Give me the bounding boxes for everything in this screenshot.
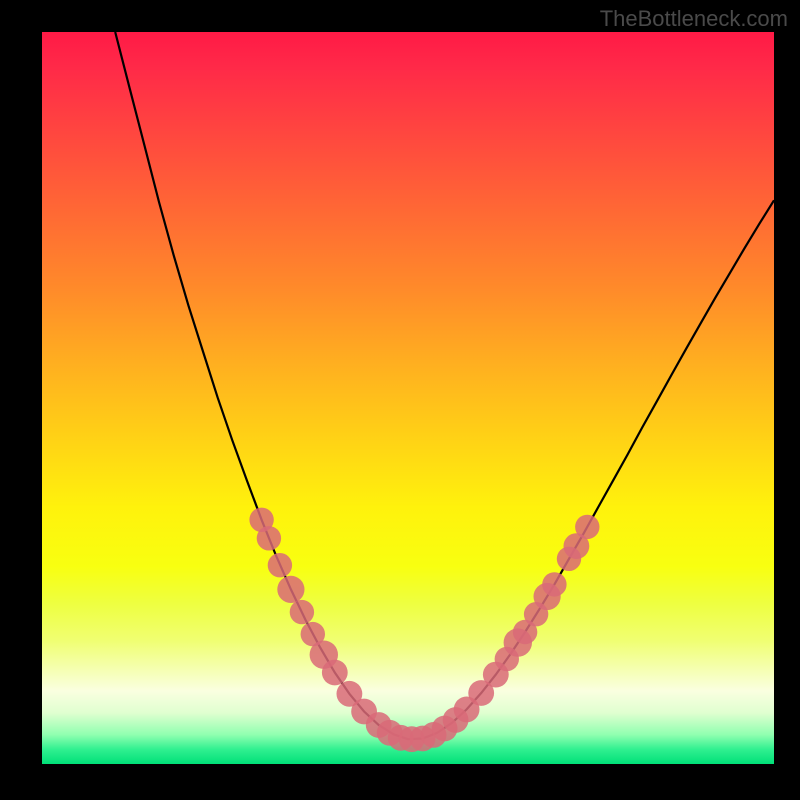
curve-path [115,32,774,739]
data-markers [249,508,599,753]
data-marker [257,526,281,550]
watermark-text: TheBottleneck.com [600,6,788,32]
data-marker [322,660,348,686]
plot-area [42,32,774,764]
data-marker [290,600,314,624]
data-marker [542,572,566,596]
data-marker [268,553,292,577]
data-marker [575,515,599,539]
bottleneck-curve [115,32,774,739]
data-marker [277,576,304,603]
chart-svg [42,32,774,764]
